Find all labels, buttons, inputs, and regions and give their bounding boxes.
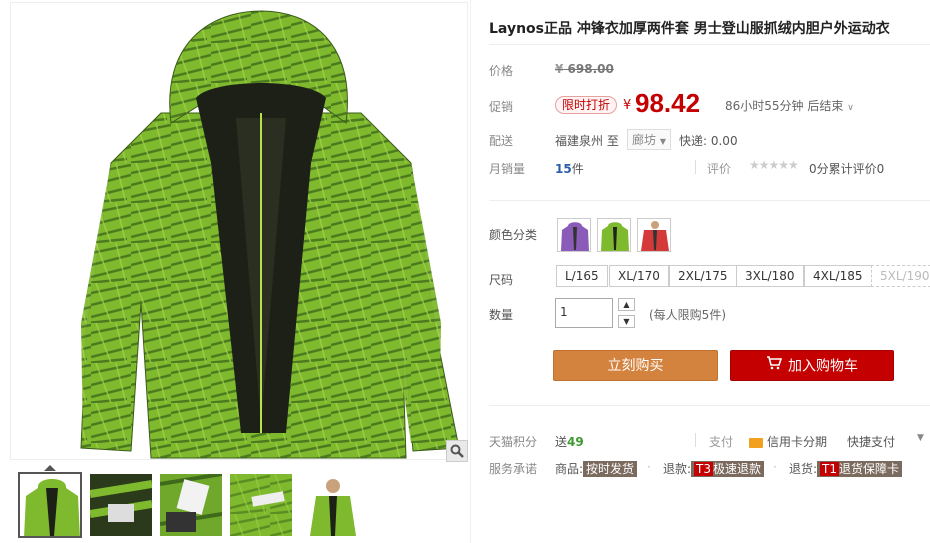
size-option-2xl[interactable]: 2XL/175	[669, 265, 737, 287]
size-option-3xl[interactable]: 3XL/180	[736, 265, 804, 287]
size-option-xl[interactable]: XL/170	[609, 265, 669, 287]
product-title: Laynos正品 冲锋衣加厚两件套 男士登山服抓绒内胆户外运动衣	[489, 21, 890, 37]
main-product-image[interactable]	[10, 2, 468, 460]
points-value: 送49	[555, 435, 584, 449]
jacket-illustration	[80, 10, 460, 459]
thumbnail-2[interactable]	[90, 474, 152, 536]
points-label: 天猫积分	[489, 435, 538, 449]
quantity-label: 数量	[489, 308, 514, 322]
rating-stars-icon: ★★★★★	[749, 158, 799, 172]
product-info-panel: Laynos正品 冲锋衣加厚两件套 男士登山服抓绒内胆户外运动衣 价格 ¥ 69…	[470, 0, 930, 543]
promo-label: 促销	[489, 100, 514, 114]
thumbnail-4[interactable]	[230, 474, 292, 536]
service-item-refund: 退款: T3 极速退款	[663, 460, 765, 477]
rating-label: 评价	[707, 162, 732, 176]
service-label: 服务承诺	[489, 462, 538, 476]
quantity-input[interactable]: 1	[555, 298, 613, 328]
divider	[695, 160, 696, 174]
promo-price: 98.42	[635, 88, 701, 118]
size-label: 尺码	[489, 273, 514, 287]
promo-currency: ¥	[623, 98, 632, 113]
promo-badge: 限时打折	[555, 96, 618, 114]
shipping-destination-select[interactable]: 廊坊 ▼	[627, 129, 671, 150]
zoom-icon[interactable]	[446, 440, 468, 462]
color-swatch-red[interactable]	[637, 218, 671, 252]
promo-countdown[interactable]: 86小时55分钟 后结束 ∨	[725, 97, 854, 114]
color-swatch-green[interactable]	[597, 218, 631, 252]
rating-text[interactable]: 0分累计评价0	[809, 160, 884, 177]
section-divider	[489, 200, 930, 201]
price-label: 价格	[489, 64, 514, 78]
monthly-sales: 15件	[555, 162, 584, 176]
size-option-5xl[interactable]: 5XL/190	[871, 265, 930, 287]
thumbnail-5[interactable]	[302, 474, 364, 536]
quick-pay[interactable]: 快捷支付	[847, 433, 895, 450]
buy-now-button[interactable]: 立刻购买	[553, 350, 718, 381]
size-option-4xl[interactable]: 4XL/185	[804, 265, 872, 287]
dot-separator: ·	[647, 460, 651, 474]
chevron-down-icon[interactable]: ▼	[917, 433, 924, 443]
service-item-return: 退货: T1 退货保障卡	[789, 460, 903, 477]
thumbnail-strip	[10, 466, 468, 540]
color-swatch-purple[interactable]	[557, 218, 591, 252]
add-to-cart-button[interactable]: 加入购物车	[730, 350, 894, 381]
shipping-label: 配送	[489, 134, 514, 148]
quantity-limit: (每人限购5件)	[649, 308, 726, 322]
credit-installment[interactable]: 信用卡分期	[749, 433, 827, 450]
product-gallery	[0, 0, 470, 543]
thumbnail-3[interactable]	[160, 474, 222, 536]
title-divider	[489, 44, 930, 45]
dot-separator: ·	[773, 460, 777, 474]
shipping-fee: 快递: 0.00	[679, 134, 738, 148]
section-divider	[489, 405, 930, 406]
quantity-decrease-icon[interactable]: ▼	[618, 315, 635, 328]
quantity-increase-icon[interactable]: ▲	[618, 298, 635, 311]
thumbnail-1[interactable]	[18, 472, 82, 538]
service-item-shipping: 商品: 按时发货	[555, 460, 638, 477]
chevron-down-icon: ∨	[847, 103, 854, 113]
sales-label: 月销量	[489, 162, 526, 176]
cart-icon	[766, 351, 783, 382]
color-label: 颜色分类	[489, 228, 538, 242]
original-price: ¥ 698.00	[555, 62, 614, 76]
shipping-from: 福建泉州 至	[555, 134, 619, 148]
divider	[695, 433, 696, 447]
chevron-down-icon: ▼	[659, 137, 666, 146]
size-option-l[interactable]: L/165	[556, 265, 608, 287]
payment-label: 支付	[709, 435, 734, 449]
credit-card-icon	[749, 437, 763, 448]
